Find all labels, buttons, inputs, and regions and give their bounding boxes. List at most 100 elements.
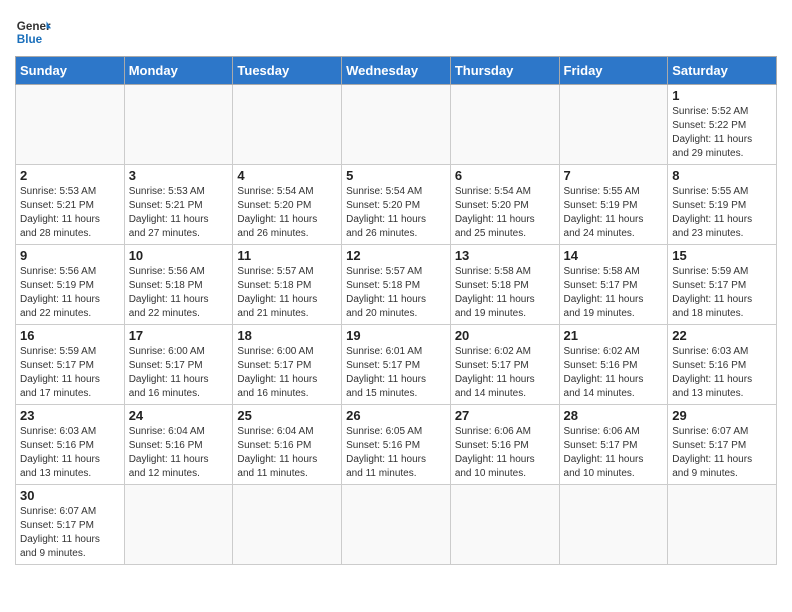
- header-day-saturday: Saturday: [668, 57, 777, 85]
- logo-icon: General Blue: [15, 14, 51, 50]
- week-row-1: 2 Sunrise: 5:53 AMSunset: 5:21 PMDaylight…: [16, 165, 777, 245]
- day-info: Sunrise: 6:07 AMSunset: 5:17 PMDaylight:…: [672, 425, 772, 481]
- calendar-cell: 17 Sunrise: 6:00 AMSunset: 5:17 PMDayligh…: [124, 325, 233, 405]
- calendar-header: SundayMondayTuesdayWednesdayThursdayFrid…: [16, 57, 777, 85]
- calendar-cell: 28Sunrise: 6:06 AMSunset: 5:17 PMDayligh…: [559, 405, 668, 485]
- day-number: 21: [564, 328, 664, 343]
- day-number: 14: [564, 248, 664, 263]
- header-day-sunday: Sunday: [16, 57, 125, 85]
- header-day-tuesday: Tuesday: [233, 57, 342, 85]
- calendar-cell: [342, 485, 451, 565]
- day-number: 30: [20, 488, 120, 503]
- calendar-cell: 26 Sunrise: 6:05 AMSunset: 5:16 PMDayligh…: [342, 405, 451, 485]
- day-number: 18: [237, 328, 337, 343]
- calendar-cell: 7 Sunrise: 5:55 AMSunset: 5:19 PMDaylight…: [559, 165, 668, 245]
- calendar-cell: 22 Sunrise: 6:03 AMSunset: 5:16 PMDayligh…: [668, 325, 777, 405]
- day-info: Sunrise: 6:02 AMSunset: 5:17 PMDaylight:…: [455, 345, 555, 401]
- week-row-3: 16 Sunrise: 5:59 AMSunset: 5:17 PMDayligh…: [16, 325, 777, 405]
- day-info: Sunrise: 6:00 AMSunset: 5:17 PMDaylight:…: [237, 345, 337, 401]
- day-info: Sunrise: 6:03 AMSunset: 5:16 PMDaylight:…: [672, 345, 772, 401]
- day-number: 23: [20, 408, 120, 423]
- calendar-cell: 11 Sunrise: 5:57 AMSunset: 5:18 PMDayligh…: [233, 245, 342, 325]
- calendar-cell: [233, 485, 342, 565]
- day-info: Sunrise: 6:01 AMSunset: 5:17 PMDaylight:…: [346, 345, 446, 401]
- day-number: 6: [455, 168, 555, 183]
- day-number: 4: [237, 168, 337, 183]
- calendar-table: SundayMondayTuesdayWednesdayThursdayFrid…: [15, 56, 777, 565]
- day-info: Sunrise: 5:58 AMSunset: 5:18 PMDaylight:…: [455, 265, 555, 321]
- header-day-thursday: Thursday: [450, 57, 559, 85]
- logo: General Blue: [15, 10, 51, 50]
- calendar-cell: 14 Sunrise: 5:58 AMSunset: 5:17 PMDayligh…: [559, 245, 668, 325]
- day-info: Sunrise: 6:04 AMSunset: 5:16 PMDaylight:…: [237, 425, 337, 481]
- day-info: Sunrise: 5:56 AMSunset: 5:18 PMDaylight:…: [129, 265, 229, 321]
- day-number: 1: [672, 88, 772, 103]
- day-info: Sunrise: 5:52 AMSunset: 5:22 PMDaylight:…: [672, 105, 772, 161]
- day-number: 22: [672, 328, 772, 343]
- day-number: 29: [672, 408, 772, 423]
- calendar-cell: 8Sunrise: 5:55 AMSunset: 5:19 PMDaylight…: [668, 165, 777, 245]
- day-number: 11: [237, 248, 337, 263]
- day-info: Sunrise: 5:57 AMSunset: 5:18 PMDaylight:…: [237, 265, 337, 321]
- day-number: 17: [129, 328, 229, 343]
- calendar-cell: 27Sunrise: 6:06 AMSunset: 5:16 PMDayligh…: [450, 405, 559, 485]
- calendar-cell: [16, 85, 125, 165]
- header-day-monday: Monday: [124, 57, 233, 85]
- day-number: 8: [672, 168, 772, 183]
- calendar-cell: 15 Sunrise: 5:59 AMSunset: 5:17 PMDayligh…: [668, 245, 777, 325]
- svg-text:General: General: [17, 20, 51, 33]
- day-info: Sunrise: 5:53 AMSunset: 5:21 PMDaylight:…: [20, 185, 120, 241]
- calendar-cell: 12Sunrise: 5:57 AMSunset: 5:18 PMDayligh…: [342, 245, 451, 325]
- day-number: 3: [129, 168, 229, 183]
- header-day-friday: Friday: [559, 57, 668, 85]
- day-number: 16: [20, 328, 120, 343]
- day-number: 2: [20, 168, 120, 183]
- day-info: Sunrise: 5:59 AMSunset: 5:17 PMDaylight:…: [20, 345, 120, 401]
- calendar-cell: [559, 85, 668, 165]
- calendar-cell: [450, 485, 559, 565]
- calendar-cell: [124, 485, 233, 565]
- calendar-cell: 4Sunrise: 5:54 AMSunset: 5:20 PMDaylight…: [233, 165, 342, 245]
- day-number: 7: [564, 168, 664, 183]
- calendar-cell: 13Sunrise: 5:58 AMSunset: 5:18 PMDayligh…: [450, 245, 559, 325]
- day-info: Sunrise: 6:05 AMSunset: 5:16 PMDaylight:…: [346, 425, 446, 481]
- day-info: Sunrise: 5:55 AMSunset: 5:19 PMDaylight:…: [564, 185, 664, 241]
- calendar-cell: 19 Sunrise: 6:01 AMSunset: 5:17 PMDayligh…: [342, 325, 451, 405]
- calendar-cell: 16 Sunrise: 5:59 AMSunset: 5:17 PMDayligh…: [16, 325, 125, 405]
- day-number: 24: [129, 408, 229, 423]
- calendar-cell: 25Sunrise: 6:04 AMSunset: 5:16 PMDayligh…: [233, 405, 342, 485]
- header-day-wednesday: Wednesday: [342, 57, 451, 85]
- day-info: Sunrise: 6:02 AMSunset: 5:16 PMDaylight:…: [564, 345, 664, 401]
- day-info: Sunrise: 6:04 AMSunset: 5:16 PMDaylight:…: [129, 425, 229, 481]
- week-row-4: 23Sunrise: 6:03 AMSunset: 5:16 PMDayligh…: [16, 405, 777, 485]
- day-info: Sunrise: 5:54 AMSunset: 5:20 PMDaylight:…: [346, 185, 446, 241]
- day-info: Sunrise: 5:59 AMSunset: 5:17 PMDaylight:…: [672, 265, 772, 321]
- calendar-cell: 18 Sunrise: 6:00 AMSunset: 5:17 PMDayligh…: [233, 325, 342, 405]
- day-number: 26: [346, 408, 446, 423]
- week-row-2: 9Sunrise: 5:56 AMSunset: 5:19 PMDaylight…: [16, 245, 777, 325]
- calendar-cell: [233, 85, 342, 165]
- calendar-body: 1 Sunrise: 5:52 AMSunset: 5:22 PMDaylight…: [16, 85, 777, 565]
- day-number: 19: [346, 328, 446, 343]
- day-number: 15: [672, 248, 772, 263]
- day-number: 9: [20, 248, 120, 263]
- calendar-cell: 3 Sunrise: 5:53 AMSunset: 5:21 PMDaylight…: [124, 165, 233, 245]
- day-info: Sunrise: 5:53 AMSunset: 5:21 PMDaylight:…: [129, 185, 229, 241]
- day-number: 12: [346, 248, 446, 263]
- calendar-cell: 24 Sunrise: 6:04 AMSunset: 5:16 PMDayligh…: [124, 405, 233, 485]
- day-info: Sunrise: 6:00 AMSunset: 5:17 PMDaylight:…: [129, 345, 229, 401]
- calendar-cell: [668, 485, 777, 565]
- calendar-cell: 10 Sunrise: 5:56 AMSunset: 5:18 PMDayligh…: [124, 245, 233, 325]
- page-header: General Blue: [15, 10, 777, 50]
- header-row: SundayMondayTuesdayWednesdayThursdayFrid…: [16, 57, 777, 85]
- week-row-0: 1 Sunrise: 5:52 AMSunset: 5:22 PMDaylight…: [16, 85, 777, 165]
- calendar-cell: [124, 85, 233, 165]
- calendar-cell: 2 Sunrise: 5:53 AMSunset: 5:21 PMDaylight…: [16, 165, 125, 245]
- day-number: 10: [129, 248, 229, 263]
- day-info: Sunrise: 6:06 AMSunset: 5:17 PMDaylight:…: [564, 425, 664, 481]
- calendar-cell: 20Sunrise: 6:02 AMSunset: 5:17 PMDayligh…: [450, 325, 559, 405]
- day-info: Sunrise: 5:58 AMSunset: 5:17 PMDaylight:…: [564, 265, 664, 321]
- calendar-cell: 1 Sunrise: 5:52 AMSunset: 5:22 PMDaylight…: [668, 85, 777, 165]
- calendar-cell: 23Sunrise: 6:03 AMSunset: 5:16 PMDayligh…: [16, 405, 125, 485]
- day-info: Sunrise: 6:07 AMSunset: 5:17 PMDaylight:…: [20, 505, 120, 561]
